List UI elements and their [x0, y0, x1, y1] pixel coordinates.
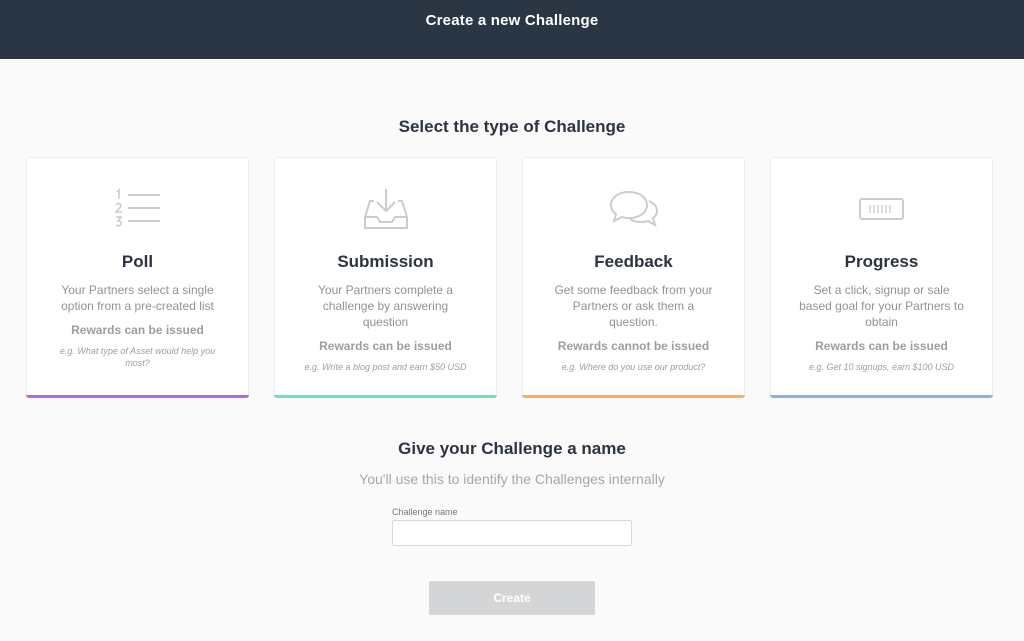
card-example: e.g. Write a blog post and earn $50 USD — [304, 362, 467, 372]
card-rewards-note: Rewards cannot be issued — [557, 339, 710, 353]
card-example: e.g. Where do you use our product? — [561, 362, 706, 372]
numbered-list-icon — [113, 186, 162, 232]
card-accent-bar — [770, 395, 993, 398]
challenge-type-card-poll[interactable]: Poll Your Partners select a single optio… — [26, 157, 249, 398]
card-rewards-note: Rewards can be issued — [71, 323, 204, 337]
challenge-name-label: Challenge name — [392, 507, 458, 517]
card-title: Submission — [337, 252, 434, 271]
card-rewards-note: Rewards can be issued — [815, 339, 948, 353]
create-button[interactable]: Create — [429, 581, 595, 615]
card-description: Get some feedback from your Partners or … — [554, 283, 713, 329]
card-title: Progress — [844, 252, 919, 271]
card-title: Poll — [121, 252, 154, 271]
card-description: Your Partners complete a challenge by an… — [318, 283, 453, 329]
card-title: Feedback — [594, 252, 673, 271]
card-example: e.g. Get 10 signups, earn $100 USD — [808, 362, 955, 372]
chat-bubbles-icon — [609, 186, 659, 232]
challenge-name-input[interactable] — [392, 520, 632, 546]
page-title: Create a new Challenge — [425, 11, 599, 29]
challenge-type-heading: Select the type of Challenge — [398, 117, 626, 136]
challenge-type-cards: Poll Your Partners select a single optio… — [26, 157, 997, 398]
inbox-download-icon — [362, 186, 410, 232]
card-accent-bar — [274, 395, 497, 398]
card-accent-bar — [522, 395, 745, 398]
challenge-type-card-feedback[interactable]: Feedback Get some feedback from your Par… — [522, 157, 745, 398]
challenge-name-subtitle: You'll use this to identify the Challeng… — [359, 471, 665, 487]
card-rewards-note: Rewards can be issued — [319, 339, 452, 353]
actions: Create — [0, 581, 1024, 615]
challenge-type-card-progress[interactable]: Progress Set a click, signup or sale bas… — [770, 157, 993, 398]
challenge-name-field-group: Challenge name — [392, 507, 632, 546]
top-bar: Create a new Challenge — [0, 0, 1024, 59]
challenge-name-heading: Give your Challenge a name — [398, 439, 626, 458]
challenge-type-card-submission[interactable]: Submission Your Partners complete a chal… — [274, 157, 497, 398]
progress-bar-icon — [858, 186, 906, 232]
card-description: Set a click, signup or sale based goal f… — [799, 283, 964, 329]
card-example: e.g. What type of Asset would help you m… — [59, 346, 216, 368]
card-description: Your Partners select a single option fro… — [61, 283, 214, 313]
card-accent-bar — [26, 395, 249, 398]
